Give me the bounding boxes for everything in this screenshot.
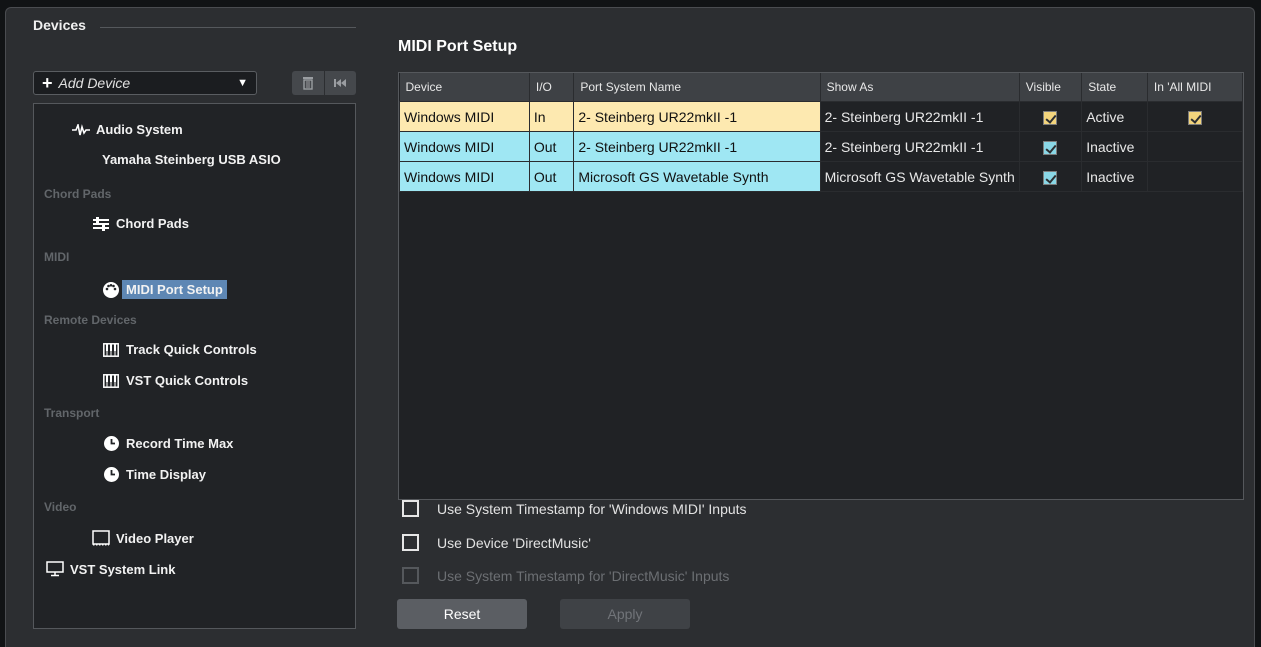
cell-show-as[interactable]: 2- Steinberg UR22mkII -1 <box>819 101 1020 132</box>
cell-visible <box>1018 101 1083 132</box>
cell-visible <box>1018 131 1083 162</box>
midi-ports-table: Device I/O Port System Name Show As Visi… <box>399 73 1243 192</box>
cell-device: Windows MIDI <box>399 101 530 132</box>
cell-in-all-midi <box>1146 131 1243 162</box>
table-row[interactable]: Windows MIDI Out Microsoft GS Wavetable … <box>399 161 1243 192</box>
tree-item-vst-system-link[interactable]: VST System Link <box>46 561 175 577</box>
device-tree: Audio System Yamaha Steinberg USB ASIO C… <box>33 103 356 629</box>
tree-item-chord-pads[interactable]: Chord Pads <box>92 216 189 231</box>
cell-state: Active <box>1081 101 1148 132</box>
cell-io: In <box>528 101 575 132</box>
cell-state: Inactive <box>1081 131 1148 162</box>
caret-down-icon: ▼ <box>237 77 248 89</box>
cell-port-system-name: Microsoft GS Wavetable Synth <box>573 161 821 192</box>
clock-icon <box>102 436 120 451</box>
table-row[interactable]: Windows MIDI Out 2- Steinberg UR22mkII -… <box>399 131 1243 162</box>
page-title: MIDI Port Setup <box>398 38 518 55</box>
midi-din-icon <box>102 281 120 298</box>
category-remote-devices: Remote Devices <box>44 313 137 327</box>
checkbox[interactable] <box>402 500 419 517</box>
add-device-dropdown[interactable]: + Add Device ▼ <box>33 71 257 95</box>
midi-ports-table-container: Device I/O Port System Name Show As Visi… <box>398 72 1244 500</box>
option-system-timestamp-directmusic: Use System Timestamp for 'DirectMusic' I… <box>402 567 729 584</box>
cell-in-all-midi <box>1146 161 1243 192</box>
add-device-label: Add Device <box>58 75 131 91</box>
devices-header-divider <box>100 27 356 28</box>
delete-device-button[interactable] <box>292 71 324 95</box>
table-row[interactable]: Windows MIDI In 2- Steinberg UR22mkII -1… <box>399 101 1243 132</box>
option-label: Use System Timestamp for 'Windows MIDI' … <box>437 500 747 517</box>
cell-io: Out <box>528 131 575 162</box>
column-header-state[interactable]: State <box>1081 73 1148 102</box>
category-transport: Transport <box>44 406 100 420</box>
tree-item-vst-quick-controls[interactable]: VST Quick Controls <box>102 373 248 388</box>
tree-item-audio-system[interactable]: Audio System <box>72 122 183 137</box>
in-all-midi-checkbox[interactable] <box>1187 110 1202 125</box>
clock-icon <box>102 467 120 482</box>
category-midi: MIDI <box>44 250 70 264</box>
tree-item-midi-port-setup[interactable]: MIDI Port Setup <box>102 280 227 299</box>
tree-item-time-display[interactable]: Time Display <box>102 467 206 482</box>
checkbox <box>402 567 419 584</box>
film-icon <box>92 530 110 546</box>
chord-pads-icon <box>92 216 110 231</box>
cell-device: Windows MIDI <box>399 161 530 192</box>
cell-in-all-midi <box>1146 101 1243 132</box>
cell-state: Inactive <box>1081 161 1148 192</box>
checkbox[interactable] <box>402 534 419 551</box>
visible-checkbox[interactable] <box>1043 140 1058 155</box>
column-header-device[interactable]: Device <box>399 73 530 102</box>
tree-item-record-time-max[interactable]: Record Time Max <box>102 436 233 451</box>
keyboard-icon <box>102 373 120 388</box>
option-system-timestamp-windows-midi[interactable]: Use System Timestamp for 'Windows MIDI' … <box>402 500 747 517</box>
column-header-show-as[interactable]: Show As <box>820 73 1020 102</box>
reset-button[interactable]: Reset <box>397 599 527 629</box>
cell-show-as[interactable]: Microsoft GS Wavetable Synth <box>819 161 1020 192</box>
option-label: Use Device 'DirectMusic' <box>437 534 591 551</box>
apply-button: Apply <box>560 599 690 629</box>
option-label: Use System Timestamp for 'DirectMusic' I… <box>437 567 730 584</box>
trash-icon <box>302 77 313 90</box>
cell-show-as[interactable]: 2- Steinberg UR22mkII -1 <box>819 131 1020 162</box>
device-setup-window: Devices + Add Device ▼ Audio System Yama… <box>5 7 1255 647</box>
monitor-icon <box>46 561 64 577</box>
keyboard-icon <box>102 342 120 357</box>
cell-port-system-name: 2- Steinberg UR22mkII -1 <box>573 101 821 132</box>
device-toolbar <box>292 71 356 95</box>
tree-item-track-quick-controls[interactable]: Track Quick Controls <box>102 342 257 357</box>
column-header-visible[interactable]: Visible <box>1019 73 1083 102</box>
column-header-in-all-midi[interactable]: In 'All MIDI <box>1147 73 1243 102</box>
cell-device: Windows MIDI <box>399 131 530 162</box>
visible-checkbox[interactable] <box>1043 110 1058 125</box>
table-header-row: Device I/O Port System Name Show As Visi… <box>399 73 1243 102</box>
plus-icon: + <box>42 73 53 93</box>
category-video: Video <box>44 500 77 514</box>
cell-port-system-name: 2- Steinberg UR22mkII -1 <box>573 131 821 162</box>
reset-device-button[interactable] <box>323 71 357 95</box>
devices-header: Devices <box>33 17 86 33</box>
visible-checkbox[interactable] <box>1043 170 1058 185</box>
tree-item-video-player[interactable]: Video Player <box>92 530 194 546</box>
cell-visible <box>1018 161 1083 192</box>
rewind-icon <box>334 79 347 87</box>
audio-wave-icon <box>72 123 90 136</box>
option-use-device-directmusic[interactable]: Use Device 'DirectMusic' <box>402 534 591 551</box>
column-header-io[interactable]: I/O <box>529 73 575 102</box>
tree-item-yamaha-asio[interactable]: Yamaha Steinberg USB ASIO <box>102 152 281 167</box>
cell-io: Out <box>528 161 575 192</box>
category-chord-pads: Chord Pads <box>44 187 112 201</box>
column-header-port-system-name[interactable]: Port System Name <box>573 73 821 102</box>
